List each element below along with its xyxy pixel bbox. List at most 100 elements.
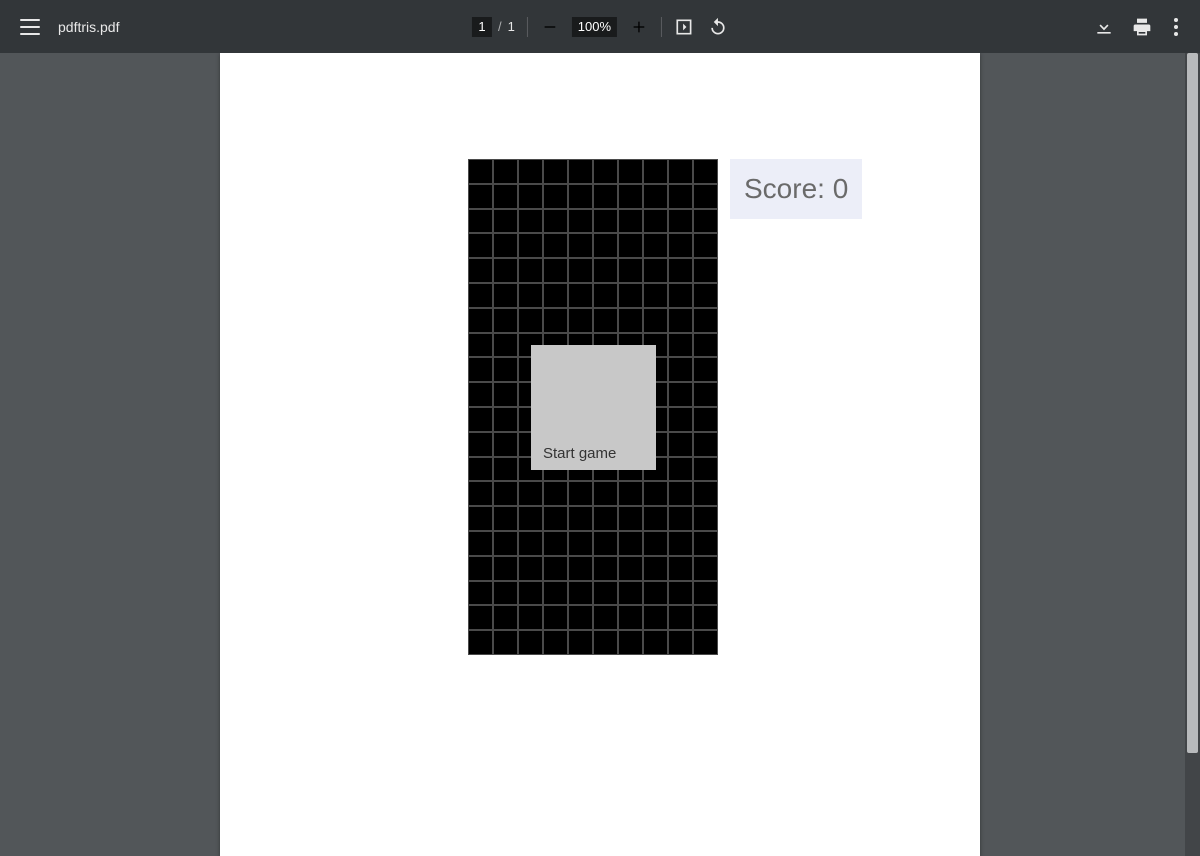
pdf-page: Start game Score: 0 bbox=[220, 53, 980, 856]
zoom-level-input[interactable]: 100% bbox=[572, 17, 617, 37]
grid-cell bbox=[594, 210, 617, 233]
score-display: Score: 0 bbox=[730, 159, 862, 219]
grid-cell bbox=[569, 606, 592, 629]
grid-cell bbox=[619, 234, 642, 257]
grid-cell bbox=[469, 234, 492, 257]
grid-cell bbox=[619, 309, 642, 332]
grid-cell bbox=[669, 358, 692, 381]
grid-cell bbox=[619, 532, 642, 555]
grid-cell bbox=[469, 458, 492, 481]
grid-cell bbox=[569, 557, 592, 580]
print-button[interactable] bbox=[1132, 17, 1152, 37]
grid-cell bbox=[569, 507, 592, 530]
document-filename: pdftris.pdf bbox=[58, 19, 119, 35]
grid-cell bbox=[619, 160, 642, 183]
grid-cell bbox=[644, 606, 667, 629]
grid-cell bbox=[569, 259, 592, 282]
grid-cell bbox=[669, 606, 692, 629]
grid-cell bbox=[519, 284, 542, 307]
rotate-button[interactable] bbox=[708, 17, 728, 37]
grid-cell bbox=[594, 606, 617, 629]
grid-cell bbox=[519, 210, 542, 233]
grid-cell bbox=[469, 259, 492, 282]
grid-cell bbox=[469, 383, 492, 406]
grid-cell bbox=[544, 631, 567, 654]
grid-cell bbox=[494, 284, 517, 307]
grid-cell bbox=[569, 284, 592, 307]
start-game-button[interactable]: Start game bbox=[531, 345, 656, 470]
grid-cell bbox=[469, 433, 492, 456]
zoom-in-button[interactable] bbox=[629, 17, 649, 37]
grid-cell bbox=[619, 606, 642, 629]
grid-cell bbox=[694, 160, 717, 183]
grid-cell bbox=[544, 210, 567, 233]
grid-cell bbox=[494, 606, 517, 629]
grid-cell bbox=[694, 606, 717, 629]
grid-cell bbox=[569, 631, 592, 654]
grid-cell bbox=[594, 482, 617, 505]
grid-cell bbox=[619, 582, 642, 605]
grid-cell bbox=[544, 482, 567, 505]
grid-cell bbox=[619, 631, 642, 654]
toolbar-center: 1 / 1 100% bbox=[472, 17, 728, 37]
grid-cell bbox=[644, 210, 667, 233]
scrollbar-thumb[interactable] bbox=[1187, 53, 1198, 753]
grid-cell bbox=[494, 482, 517, 505]
grid-cell bbox=[644, 284, 667, 307]
fit-controls bbox=[674, 17, 728, 37]
pdf-viewer[interactable]: Start game Score: 0 bbox=[0, 53, 1200, 856]
more-menu-button[interactable] bbox=[1170, 14, 1182, 40]
grid-cell bbox=[619, 557, 642, 580]
grid-cell bbox=[469, 557, 492, 580]
grid-cell bbox=[519, 532, 542, 555]
grid-cell bbox=[644, 557, 667, 580]
grid-cell bbox=[544, 160, 567, 183]
grid-cell bbox=[644, 259, 667, 282]
grid-cell bbox=[569, 582, 592, 605]
vertical-scrollbar[interactable] bbox=[1185, 53, 1200, 856]
grid-cell bbox=[569, 234, 592, 257]
grid-cell bbox=[519, 234, 542, 257]
grid-cell bbox=[694, 458, 717, 481]
grid-cell bbox=[494, 458, 517, 481]
grid-cell bbox=[644, 482, 667, 505]
grid-cell bbox=[569, 309, 592, 332]
grid-cell bbox=[469, 507, 492, 530]
fit-page-button[interactable] bbox=[674, 17, 694, 37]
grid-cell bbox=[469, 334, 492, 357]
grid-cell bbox=[519, 507, 542, 530]
zoom-out-button[interactable] bbox=[540, 17, 560, 37]
download-button[interactable] bbox=[1094, 17, 1114, 37]
grid-cell bbox=[694, 408, 717, 431]
grid-cell bbox=[594, 582, 617, 605]
grid-cell bbox=[694, 259, 717, 282]
grid-cell bbox=[669, 408, 692, 431]
grid-cell bbox=[494, 160, 517, 183]
page-separator: / bbox=[498, 19, 502, 34]
grid-cell bbox=[494, 557, 517, 580]
tetris-grid[interactable]: Start game bbox=[468, 159, 718, 655]
grid-cell bbox=[544, 532, 567, 555]
grid-cell bbox=[469, 309, 492, 332]
grid-cell bbox=[494, 631, 517, 654]
grid-cell bbox=[669, 309, 692, 332]
grid-cell bbox=[544, 259, 567, 282]
toolbar-right bbox=[1094, 14, 1182, 40]
grid-cell bbox=[694, 582, 717, 605]
grid-cell bbox=[694, 383, 717, 406]
grid-cell bbox=[544, 507, 567, 530]
grid-cell bbox=[619, 507, 642, 530]
grid-cell bbox=[494, 532, 517, 555]
grid-cell bbox=[619, 482, 642, 505]
score-value: 0 bbox=[833, 173, 849, 204]
page-current-input[interactable]: 1 bbox=[472, 17, 492, 37]
grid-cell bbox=[494, 358, 517, 381]
grid-cell bbox=[694, 234, 717, 257]
grid-cell bbox=[519, 185, 542, 208]
grid-cell bbox=[469, 358, 492, 381]
grid-cell bbox=[644, 507, 667, 530]
grid-cell bbox=[694, 507, 717, 530]
grid-cell bbox=[669, 259, 692, 282]
menu-icon[interactable] bbox=[20, 19, 40, 35]
grid-cell bbox=[469, 582, 492, 605]
